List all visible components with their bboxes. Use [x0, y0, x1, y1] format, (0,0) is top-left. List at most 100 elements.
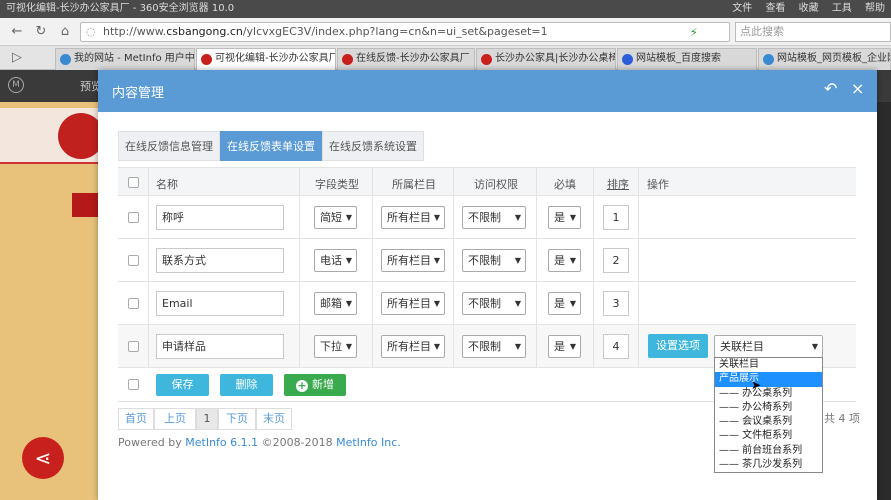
col-divider [453, 167, 454, 368]
page-prev[interactable]: 上页 [154, 408, 196, 430]
window-title: 可视化编辑-长沙办公家具厂 - 360安全浏览器 10.0 [6, 3, 235, 14]
tab-feedback-form[interactable]: 在线反馈表单设置 [220, 131, 322, 161]
field-access-select[interactable]: 不限制 ▼ [462, 335, 526, 358]
field-name-input[interactable]: 申请样品 [156, 334, 284, 359]
tab-bar: ▷ 我的网站 - MetInfo 用户中心 可视化编辑-长沙办公家具厂 在线反馈… [0, 46, 891, 70]
col-order[interactable]: 排序 [607, 176, 629, 192]
url-input[interactable]: ◌ http://www.csbangong.cn/ylcvxgEC3V/ind… [80, 22, 730, 42]
menu-tools[interactable]: 工具 [832, 3, 852, 14]
page-current[interactable]: 1 [196, 408, 218, 430]
dropdown-option[interactable]: —— 前台班台系列 [715, 444, 822, 458]
field-access-select[interactable]: 不限制 ▼ [462, 206, 526, 229]
dropdown-option[interactable]: —— 茶几沙发系列 [715, 458, 822, 472]
shield-icon[interactable]: ⚡ [690, 26, 698, 39]
row-checkbox[interactable] [128, 341, 139, 352]
field-name-input[interactable]: 联系方式 [156, 248, 284, 273]
field-required-select[interactable]: 是 ▼ [548, 249, 581, 272]
dropdown-option[interactable]: —— 会议桌系列 [715, 415, 822, 429]
browser-tab[interactable]: 网站模板_网页模板_企业网 [758, 48, 891, 70]
field-order-input[interactable]: 2 [603, 248, 629, 273]
field-order-input[interactable]: 4 [603, 334, 629, 359]
url-path: /ylcvxgEC3V/index.php?lang=cn&n=ui_set&p… [242, 25, 548, 38]
field-column-select[interactable]: 所有栏目 ▼ [381, 249, 445, 272]
field-required-select[interactable]: 是 ▼ [548, 206, 581, 229]
chevron-down-icon: ▼ [569, 342, 576, 351]
field-order-input[interactable]: 1 [603, 205, 629, 230]
page-first[interactable]: 首页 [118, 408, 154, 430]
page-last[interactable]: 末页 [256, 408, 292, 430]
home-icon[interactable]: ⌂ [56, 23, 74, 41]
dropdown-option[interactable]: —— 文件柜系列 [715, 429, 822, 443]
browser-tab-active[interactable]: 可视化编辑-长沙办公家具厂 [196, 48, 336, 70]
menu-file[interactable]: 文件 [732, 3, 752, 14]
col-divider [536, 167, 537, 368]
browser-tab[interactable]: 我的网站 - MetInfo 用户中心 [55, 48, 195, 70]
browser-tab[interactable]: 在线反馈-长沙办公家具厂 [337, 48, 475, 70]
add-button[interactable]: + 新增 [284, 374, 346, 396]
content-management-modal: 内容管理 ↶ × 在线反馈信息管理 在线反馈表单设置 在线反馈系统设置 名称 字… [98, 70, 877, 500]
browser-tab[interactable]: 长沙办公家具|长沙办公桌椅 [476, 48, 616, 70]
menu-favorites[interactable]: 收藏 [799, 3, 819, 14]
field-order-input[interactable]: 3 [603, 291, 629, 316]
page-next[interactable]: 下页 [218, 408, 256, 430]
field-required-select[interactable]: 是 ▼ [548, 292, 581, 315]
tab-favicon-icon [60, 54, 71, 65]
chevron-down-icon: ▼ [345, 213, 352, 222]
field-type-select[interactable]: 下拉 ▼ [314, 335, 357, 358]
field-type-select[interactable]: 简短 ▼ [314, 206, 357, 229]
modal-header: 内容管理 ↶ × [98, 70, 877, 112]
chevron-down-icon: ▼ [514, 213, 521, 222]
table-row: Email 邮箱 ▼ 所有栏目 ▼ 不限制 ▼ 是 ▼ 3 [118, 282, 856, 325]
tab-favicon-icon [763, 54, 774, 65]
row-checkbox[interactable] [128, 255, 139, 266]
window-title-bar: 可视化编辑-长沙办公家具厂 - 360安全浏览器 10.0 文件 查看 收藏 工… [0, 0, 891, 18]
modal-title: 内容管理 [112, 86, 165, 101]
browser-tab[interactable]: 网站模板_百度搜索 [617, 48, 757, 70]
field-column-select[interactable]: 所有栏目 ▼ [381, 292, 445, 315]
select-all-checkbox-bottom[interactable] [128, 379, 139, 390]
select-all-checkbox[interactable] [128, 177, 139, 188]
metinfo-version-link[interactable]: MetInfo 6.1.1 [185, 436, 258, 449]
plus-icon: + [296, 379, 308, 392]
tab-feedback-system[interactable]: 在线反馈系统设置 [322, 131, 424, 161]
total-count: 共 4 项 [824, 412, 860, 425]
field-name-input[interactable]: Email [156, 291, 284, 316]
menu-view[interactable]: 查看 [765, 3, 785, 14]
chevron-down-icon: ▼ [345, 299, 352, 308]
save-button[interactable]: 保存 [156, 374, 209, 396]
set-options-button[interactable]: 设置选项 [648, 334, 708, 358]
field-type-select[interactable]: 邮箱 ▼ [314, 292, 357, 315]
field-type-select[interactable]: 电话 ▼ [314, 249, 357, 272]
metinfo-inc-link[interactable]: MetInfo Inc. [336, 436, 401, 449]
dropdown-option[interactable]: —— 办公椅系列 [715, 401, 822, 415]
chevron-down-icon: ▼ [433, 342, 440, 351]
link-column-select[interactable]: 关联栏目 ▼ [714, 335, 823, 358]
col-actions: 操作 [647, 178, 669, 191]
field-access-select[interactable]: 不限制 ▼ [462, 292, 526, 315]
share-icon[interactable]: ⋖ [22, 437, 64, 479]
sidebar-toggle-icon[interactable]: ▷ [8, 49, 26, 67]
field-column-select[interactable]: 所有栏目 ▼ [381, 335, 445, 358]
col-field-type: 字段类型 [315, 178, 359, 191]
url-scheme: http://www. [103, 25, 167, 38]
row-checkbox[interactable] [128, 212, 139, 223]
menu-help[interactable]: 帮助 [865, 3, 885, 14]
chevron-down-icon: ▼ [569, 213, 576, 222]
row-checkbox[interactable] [128, 298, 139, 309]
field-required-select[interactable]: 是 ▼ [548, 335, 581, 358]
field-name-input[interactable]: 称呼 [156, 205, 284, 230]
reload-icon[interactable]: ↻ [32, 23, 50, 41]
dropdown-option[interactable]: —— 办公桌系列 [715, 387, 822, 401]
undo-arrow-icon[interactable]: ↶ [824, 79, 837, 98]
field-column-select[interactable]: 所有栏目 ▼ [381, 206, 445, 229]
dropdown-option[interactable]: 关联栏目 [715, 358, 822, 372]
search-input[interactable]: 点此搜索 [735, 22, 891, 42]
field-access-select[interactable]: 不限制 ▼ [462, 249, 526, 272]
chevron-down-icon: ▼ [514, 342, 521, 351]
delete-button[interactable]: 删除 [220, 374, 273, 396]
tab-feedback-info[interactable]: 在线反馈信息管理 [118, 131, 220, 161]
close-icon[interactable]: × [851, 79, 864, 98]
table-row: 联系方式 电话 ▼ 所有栏目 ▼ 不限制 ▼ 是 ▼ 2 [118, 239, 856, 282]
dropdown-option-highlighted[interactable]: 产品展示 [715, 372, 822, 387]
back-arrow-icon[interactable]: ← [8, 23, 26, 41]
